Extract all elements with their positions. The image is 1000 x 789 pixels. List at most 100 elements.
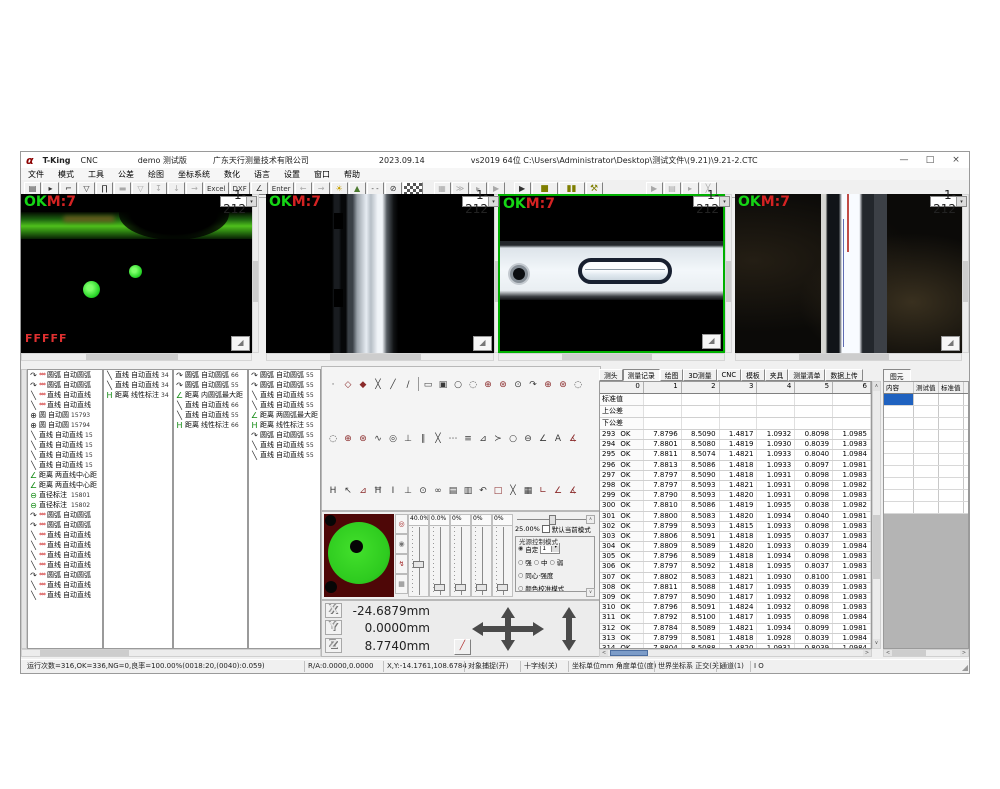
measure-item[interactable]: ╲***直线自动直线: [28, 580, 102, 590]
grid-tool[interactable]: ▦: [521, 483, 535, 498]
table-cell-id[interactable]: 313OK: [600, 634, 644, 643]
status-units[interactable]: 坐标单位mm 角度单位(度): [568, 661, 656, 672]
element-cell[interactable]: [914, 502, 939, 513]
element-cell[interactable]: [884, 502, 914, 513]
element-row[interactable]: [884, 454, 968, 466]
element-cell[interactable]: [939, 394, 964, 405]
radio-icon[interactable]: ○: [534, 559, 539, 566]
ring2-tool[interactable]: ⊛: [356, 431, 370, 446]
column-header[interactable]: 2: [682, 382, 720, 393]
table-cell-value[interactable]: 8.5089: [682, 624, 720, 633]
radio-icon[interactable]: ○: [550, 559, 555, 566]
table-row[interactable]: 308OK7.88118.50881.48171.09350.80391.098…: [600, 583, 871, 593]
table-cell-value[interactable]: 1.0984: [833, 450, 871, 459]
radio-icon[interactable]: ○: [518, 572, 523, 579]
camera-hscrollbar[interactable]: [735, 353, 962, 361]
close-button[interactable]: ×: [943, 155, 969, 165]
table-cell-value[interactable]: 1.0983: [833, 491, 871, 500]
measure-item[interactable]: ╲***直线自动直线: [28, 400, 102, 410]
table-cell-value[interactable]: 1.0981: [833, 512, 871, 521]
table-cell-value[interactable]: 7.8810: [644, 501, 682, 510]
light-slider-3[interactable]: 0%: [450, 514, 471, 597]
table-cell-value[interactable]: 1.0931: [757, 481, 795, 490]
camera-vscrollbar[interactable]: [725, 194, 732, 353]
measure-item[interactable]: ╲直线自动直线55: [174, 410, 247, 420]
table-row[interactable]: 313OK7.87998.50811.48181.09280.80391.098…: [600, 634, 871, 644]
camera-vscrollbar[interactable]: [252, 194, 259, 353]
table-cell-value[interactable]: 1.4821: [720, 450, 758, 459]
table-cell-value[interactable]: 8.5086: [682, 501, 720, 510]
radio-selected-icon[interactable]: ◉: [518, 545, 523, 552]
table-cell-value[interactable]: 1.0935: [757, 501, 795, 510]
scroll-down-icon[interactable]: ∨: [586, 588, 595, 597]
resize-grip-icon[interactable]: ◢: [702, 334, 721, 349]
ring-light-preview[interactable]: [324, 514, 394, 597]
table-cell-value[interactable]: 1.0935: [757, 613, 795, 622]
table-cell-value[interactable]: 0.8098: [795, 593, 833, 602]
measure-item[interactable]: ↷***圆弧自动圆弧: [28, 570, 102, 580]
scroll-up-icon[interactable]: ∧: [586, 515, 595, 524]
measure-item[interactable]: H距离线性标注55: [249, 420, 320, 430]
table-cell-value[interactable]: 8.5080: [682, 440, 720, 449]
menu-item[interactable]: 窗口: [307, 169, 337, 180]
measure-item[interactable]: ∠距离两直线中心距: [28, 480, 102, 490]
element-row[interactable]: [884, 394, 968, 406]
perpendicular-tool[interactable]: ⊥: [401, 431, 415, 446]
table-cell-value[interactable]: 1.0984: [833, 613, 871, 622]
element-column-header[interactable]: 测试值: [914, 382, 939, 393]
diameter-tool[interactable]: ⊖: [521, 431, 535, 446]
element-cell[interactable]: [914, 430, 939, 441]
table-cell-value[interactable]: 1.0930: [757, 573, 795, 582]
measure-item[interactable]: ∠距离内圆弧最大距: [174, 390, 247, 400]
table-cell-value[interactable]: 1.4821: [720, 624, 758, 633]
menu-item[interactable]: 语言: [247, 169, 277, 180]
table-cell-value[interactable]: 1.0983: [833, 583, 871, 592]
camera-select-combo[interactable]: 1-212▾: [693, 196, 730, 207]
element-cell[interactable]: [939, 418, 964, 429]
table-cell[interactable]: [757, 406, 795, 417]
table-row[interactable]: 310OK7.87968.50911.48241.09320.80981.098…: [600, 603, 871, 613]
table-cell-value[interactable]: 0.8097: [795, 461, 833, 470]
table-cell-value[interactable]: 0.8039: [795, 542, 833, 551]
table-cell-value[interactable]: 1.0930: [757, 440, 795, 449]
circle-scan2-tool[interactable]: ⊛: [496, 377, 510, 392]
measure-item[interactable]: H距离线性标注66: [174, 420, 247, 430]
table-cell-value[interactable]: 0.8100: [795, 573, 833, 582]
table-cell[interactable]: [757, 394, 795, 405]
table-row[interactable]: 295OK7.88118.50741.48211.09330.80401.098…: [600, 450, 871, 460]
element-cell[interactable]: [884, 454, 914, 465]
element-row[interactable]: [884, 406, 968, 418]
default-mode-checkbox[interactable]: [542, 525, 550, 533]
light-slider-track[interactable]: [412, 527, 425, 595]
camera-select-combo[interactable]: 1-212▾: [930, 196, 967, 207]
undo-tool[interactable]: ↶: [476, 483, 490, 498]
table-row[interactable]: 297OK7.87978.50901.48181.09310.80981.098…: [600, 471, 871, 481]
measure-item[interactable]: ∠距离两直线中心距: [28, 470, 102, 480]
table-cell-id[interactable]: 301OK: [600, 512, 644, 521]
camera-hscrollbar[interactable]: [21, 353, 252, 361]
table-cell-id[interactable]: 307OK: [600, 573, 644, 582]
table-cell-value[interactable]: 7.8802: [644, 573, 682, 582]
table-vscrollbar[interactable]: ∧ ∨: [872, 381, 881, 649]
table-special-row[interactable]: 下公差: [600, 418, 871, 430]
circle-center-tool[interactable]: ⊙: [511, 377, 525, 392]
maximize-button[interactable]: □: [917, 155, 943, 165]
light-slider-5[interactable]: 0%: [492, 514, 513, 597]
menu-item[interactable]: 设置: [277, 169, 307, 180]
table-cell-value[interactable]: 8.5089: [682, 552, 720, 561]
table-cell[interactable]: [833, 418, 871, 429]
table-cell[interactable]: [757, 418, 795, 429]
measure-item[interactable]: ╲***直线自动直线: [28, 560, 102, 570]
table-cell-value[interactable]: 7.8797: [644, 471, 682, 480]
table-cell[interactable]: 上公差: [600, 406, 644, 417]
element-cell[interactable]: [914, 394, 939, 405]
vertex-tool[interactable]: ≻: [491, 431, 505, 446]
tab-测量记录[interactable]: 测量记录: [623, 369, 660, 381]
dim-diag-tool[interactable]: ∡: [566, 483, 580, 498]
measure-item[interactable]: ⊕圆自动圆15794: [28, 420, 102, 430]
camera-select-combo[interactable]: 1-212▾: [462, 196, 499, 207]
measure-item[interactable]: ╲***直线自动直线: [28, 550, 102, 560]
table-row[interactable]: 306OK7.87978.50921.48181.09350.80371.098…: [600, 562, 871, 572]
table-cell-value[interactable]: 1.4815: [720, 522, 758, 531]
table-cell-value[interactable]: 1.4817: [720, 583, 758, 592]
